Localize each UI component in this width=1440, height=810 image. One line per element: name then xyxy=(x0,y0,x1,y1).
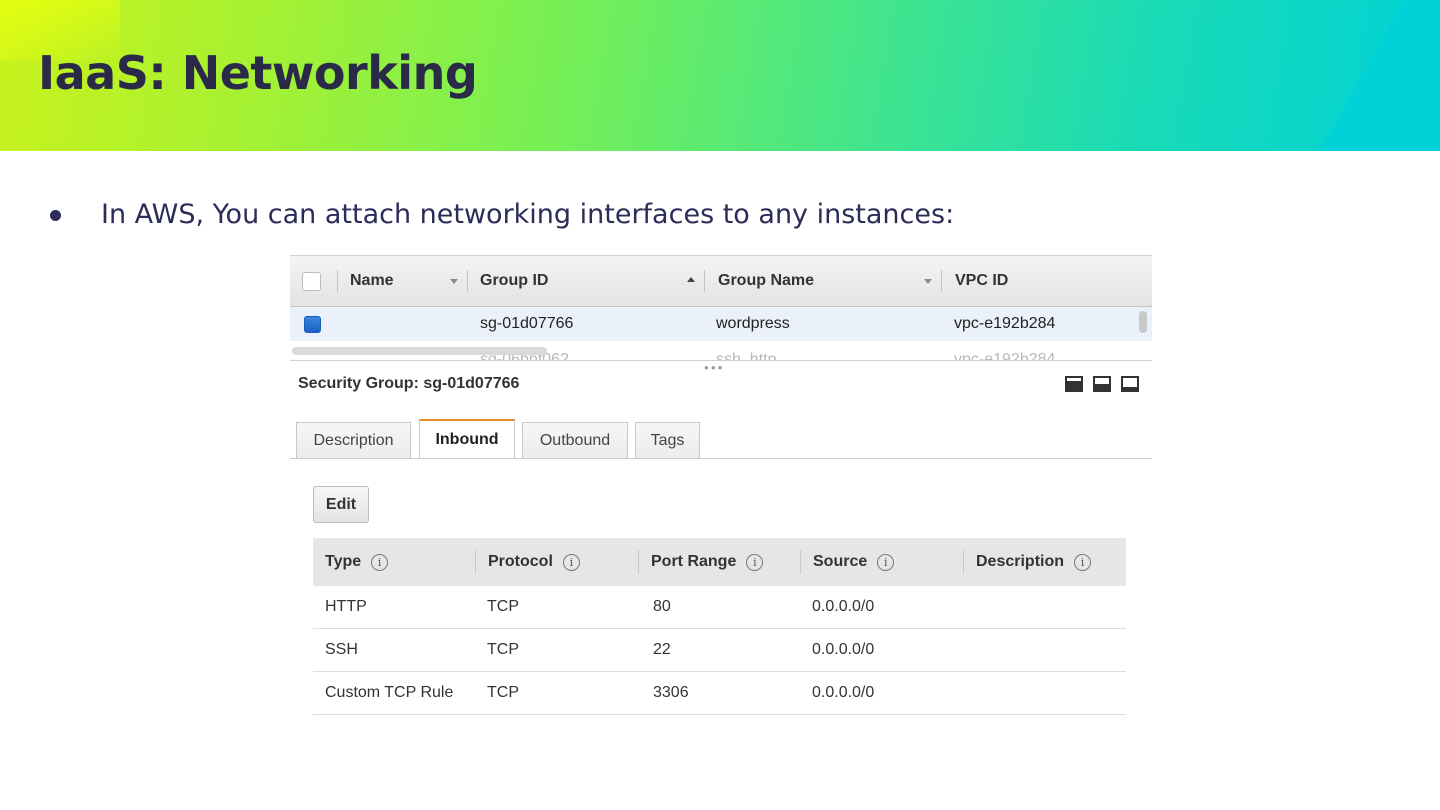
pane-divider xyxy=(290,360,1152,361)
slide-header: IaaS: Networking xyxy=(0,0,1440,151)
column-header-group-name[interactable]: Group Name xyxy=(718,256,814,306)
sg-grid-header: Name Group ID Group Name VPC ID xyxy=(290,255,1152,307)
rules-header-description: Description i xyxy=(976,538,1092,586)
info-icon[interactable]: i xyxy=(562,553,580,571)
select-all-checkbox[interactable] xyxy=(302,272,321,291)
rules-header-source: Source i xyxy=(813,538,895,586)
tab-inbound[interactable]: Inbound xyxy=(419,419,515,459)
rules-header-label: Protocol xyxy=(488,553,553,570)
info-icon[interactable]: i xyxy=(371,553,389,571)
cell-source: 0.0.0.0/0 xyxy=(812,641,875,658)
column-divider xyxy=(467,270,468,292)
cell-type: Custom TCP Rule xyxy=(325,684,454,701)
horizontal-scrollbar[interactable] xyxy=(292,347,547,355)
vertical-scrollbar[interactable] xyxy=(1139,311,1147,333)
rules-header-type: Type i xyxy=(325,538,389,586)
column-header-name[interactable]: Name xyxy=(350,256,394,306)
column-header-group-id[interactable]: Group ID xyxy=(480,256,548,306)
rules-header-port-range: Port Range i xyxy=(651,538,764,586)
info-icon[interactable]: i xyxy=(1074,553,1092,571)
column-divider xyxy=(704,270,705,292)
bullet-point: In AWS, You can attach networking interf… xyxy=(50,196,954,232)
sg-row-selected[interactable]: sg-01d07766 wordpress vpc-e192b284 xyxy=(290,307,1152,341)
panel-bottom-icon[interactable] xyxy=(1065,376,1083,392)
column-divider xyxy=(638,550,639,574)
table-row: SSH TCP 22 0.0.0.0/0 xyxy=(313,629,1126,672)
sort-ascending-icon[interactable] xyxy=(687,277,695,282)
info-icon[interactable]: i xyxy=(877,553,895,571)
column-divider xyxy=(941,270,942,292)
table-row: HTTP TCP 80 0.0.0.0/0 xyxy=(313,586,1126,629)
column-divider xyxy=(337,270,338,292)
chevron-down-icon[interactable] xyxy=(924,279,932,284)
view-layout-toggles xyxy=(1065,376,1139,392)
table-row: Custom TCP Rule TCP 3306 0.0.0.0/0 xyxy=(313,672,1126,715)
tab-tags[interactable]: Tags xyxy=(635,422,700,458)
rules-header-label: Description xyxy=(976,553,1065,570)
column-header-label: Group ID xyxy=(480,272,549,289)
column-header-label: Name xyxy=(350,272,394,289)
panel-half-icon[interactable] xyxy=(1093,376,1111,392)
rules-header-label: Type xyxy=(325,553,362,570)
cell-port-range: 80 xyxy=(653,598,671,615)
tabs-baseline xyxy=(290,458,1152,459)
cell-group-id: sg-01d07766 xyxy=(480,315,574,332)
bullet-dot-icon xyxy=(50,209,61,221)
cell-vpc-id: vpc-e192b284 xyxy=(954,315,1056,332)
bullet-text: In AWS, You can attach networking interf… xyxy=(101,198,955,230)
slide-title: IaaS: Networking xyxy=(38,46,478,100)
column-divider xyxy=(800,550,801,574)
chevron-down-icon[interactable] xyxy=(450,279,458,284)
cell-protocol: TCP xyxy=(487,641,519,658)
resize-grip-icon[interactable]: ●●● xyxy=(704,363,725,372)
cell-source: 0.0.0.0/0 xyxy=(812,598,875,615)
cell-type: HTTP xyxy=(325,598,367,615)
cell-protocol: TCP xyxy=(487,684,519,701)
cell-group-name: wordpress xyxy=(716,315,790,332)
cell-source: 0.0.0.0/0 xyxy=(812,684,875,701)
panel-full-icon[interactable] xyxy=(1121,376,1139,392)
rules-table-header: Type i Protocol i Port Range i Source i … xyxy=(313,538,1126,586)
cell-type: SSH xyxy=(325,641,358,658)
header-corner-shape xyxy=(1320,0,1440,151)
row-checkbox[interactable] xyxy=(304,316,321,333)
edit-button[interactable]: Edit xyxy=(313,486,369,523)
cell-port-range: 3306 xyxy=(653,684,689,701)
rules-header-label: Source xyxy=(813,553,868,570)
tab-outbound[interactable]: Outbound xyxy=(522,422,628,458)
tab-description[interactable]: Description xyxy=(296,422,411,458)
rules-header-label: Port Range xyxy=(651,553,737,570)
rules-header-protocol: Protocol i xyxy=(488,538,580,586)
cell-protocol: TCP xyxy=(487,598,519,615)
cell-port-range: 22 xyxy=(653,641,671,658)
column-divider xyxy=(963,550,964,574)
aws-security-groups-panel: Name Group ID Group Name VPC ID sg-01d07… xyxy=(290,255,1152,725)
column-header-vpc-id[interactable]: VPC ID xyxy=(955,256,1008,306)
security-group-title: Security Group: sg-01d07766 xyxy=(298,375,520,392)
column-header-label: Group Name xyxy=(718,272,815,289)
info-icon[interactable]: i xyxy=(746,553,764,571)
column-divider xyxy=(475,550,476,574)
column-header-label: VPC ID xyxy=(955,272,1009,289)
